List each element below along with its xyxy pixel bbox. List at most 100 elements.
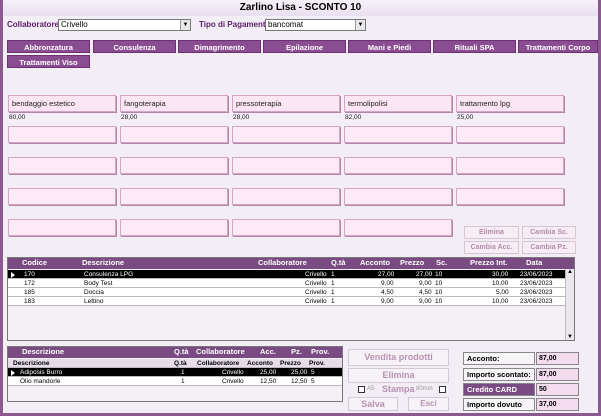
service-slot-empty[interactable]: [456, 157, 564, 174]
importo-dovuto-value: 37,00: [536, 398, 579, 411]
table-header: Descrizione Q.tà Collaboratore Acc. Pz. …: [8, 347, 342, 358]
cell-qta: 1: [331, 298, 335, 305]
service-slot-empty[interactable]: [8, 126, 116, 143]
collaboratore-select[interactable]: Crivello ▼: [58, 19, 191, 31]
service-slot-empty[interactable]: [120, 126, 228, 143]
service-slot-empty[interactable]: [232, 157, 340, 174]
cell-qta: 1: [331, 280, 335, 287]
main-window: Zarlino Lisa - SCONTO 10 Collaboratore C…: [0, 0, 601, 416]
scroll-up-icon[interactable]: ▲: [567, 269, 573, 275]
cambia-prezzo-button[interactable]: Cambia Pz.: [522, 241, 576, 254]
service-slot-empty[interactable]: [120, 157, 228, 174]
cell-acconto: 12,50: [260, 378, 277, 385]
header-qta: Q.tà: [174, 347, 189, 356]
table-row[interactable]: 183 Lettino Crivello 1 9,00 9,00 10 10,0…: [8, 297, 567, 306]
service-button[interactable]: bendaggio estetico: [8, 95, 116, 112]
service-slot-empty[interactable]: [232, 219, 340, 236]
chevron-down-icon[interactable]: ▼: [355, 20, 365, 30]
tab-rituali-spa[interactable]: Rituali SPA: [433, 40, 516, 53]
80mm-checkbox[interactable]: [439, 386, 446, 393]
cell-collaboratore: Crivello: [305, 271, 327, 278]
cell-acconto: 27,00: [378, 271, 395, 278]
pagamento-select[interactable]: bancomat ▼: [265, 19, 366, 31]
cell-prov: 5: [311, 369, 315, 376]
table-row[interactable]: Adiposis Burro 1 Crivello 25,00 25,00 5: [8, 368, 342, 377]
scroll-down-icon[interactable]: ▼: [567, 334, 573, 340]
credito-card-label: Credito CARD: [463, 383, 535, 396]
header-codice: Codice: [22, 258, 48, 267]
esci-button[interactable]: Esci: [408, 397, 449, 411]
cell-sconto: 10: [435, 280, 443, 287]
subheader-acconto: Acconto: [247, 360, 273, 367]
table-row[interactable]: Crivello 1 27,00 27,00 10 30,00 23/06/20…: [242, 270, 567, 279]
elimina-prodotto-button[interactable]: Elimina: [348, 368, 449, 383]
cell-collaboratore: Crivello: [222, 378, 244, 385]
service-price: 28,00: [121, 114, 138, 121]
cambia-acconto-button[interactable]: Cambia Acc.: [464, 241, 519, 254]
service-button[interactable]: termolipolisi: [344, 95, 452, 112]
elimina-row-button[interactable]: Elimina: [464, 226, 519, 239]
service-slot-empty[interactable]: [456, 188, 564, 205]
service-slot-empty[interactable]: [8, 157, 116, 174]
service-button[interactable]: fangoterapia: [120, 95, 228, 112]
service-button[interactable]: pressoterapia: [232, 95, 340, 112]
service-slot-empty[interactable]: [120, 219, 228, 236]
cell-acconto: 9,00: [381, 298, 394, 305]
table-row[interactable]: Olio mandorle 1 Crivello 12,50 12,50 5: [8, 377, 342, 386]
services-table: Codice Descrizione Collaboratore Q.tà Ac…: [7, 257, 575, 341]
service-price: 82,00: [345, 114, 362, 121]
row-pointer-icon: [11, 370, 15, 376]
tab-epilazione[interactable]: Epilazione: [263, 40, 346, 53]
tab-consulenza[interactable]: Consulenza: [93, 40, 176, 53]
header-descrizione: Descrizione: [22, 347, 65, 356]
pagamento-label: Tipo di Pagamento: [199, 20, 271, 29]
stampa-button[interactable]: Stampa: [382, 384, 415, 394]
cell-collaboratore: Crivello: [305, 280, 327, 287]
acconto-label: Acconto:: [463, 352, 535, 365]
service-slot-empty[interactable]: [344, 188, 452, 205]
tab-abbronzatura[interactable]: Abbronzatura: [7, 40, 90, 53]
cell-prezzo-int: 5,00: [496, 289, 509, 296]
table-row[interactable]: 172 Body Test Crivello 1 9,00 9,00 10 10…: [8, 279, 567, 288]
vendita-prodotti-button[interactable]: Vendita prodotti: [348, 349, 449, 366]
vertical-scrollbar[interactable]: ▲ ▼: [565, 269, 574, 340]
table-row[interactable]: 185 Doccia Crivello 1 4,50 4,50 10 5,00 …: [8, 288, 567, 297]
header-collaboratore: Collaboratore: [196, 347, 245, 356]
header-prov: Prov.: [311, 347, 330, 356]
service-slot-empty[interactable]: [232, 126, 340, 143]
service-slot-empty[interactable]: [344, 157, 452, 174]
service-slot-empty[interactable]: [456, 126, 564, 143]
tab-trattamenti-corpo[interactable]: Trattamenti Corpo: [518, 40, 598, 53]
tab-mani-e-piedi[interactable]: Mani e Piedi: [348, 40, 431, 53]
header-sconto: Sc.: [436, 258, 448, 267]
subheader-prezzo: Prezzo: [280, 360, 301, 367]
cell-codice: 170: [24, 271, 35, 278]
tab-dimagrimento[interactable]: Dimagrimento: [178, 40, 261, 53]
cell-qta: 1: [181, 378, 185, 385]
cell-prezzo-int: 10,00: [492, 280, 509, 287]
service-slot-empty[interactable]: [232, 188, 340, 205]
cell-prezzo: 9,00: [419, 280, 432, 287]
cell-collaboratore: Crivello: [222, 369, 244, 376]
service-slot-empty[interactable]: [120, 188, 228, 205]
tab-trattamenti-viso[interactable]: Trattamenti Viso: [7, 55, 90, 68]
cambia-sconto-button[interactable]: Cambia Sc.: [522, 226, 576, 239]
chevron-down-icon[interactable]: ▼: [180, 20, 190, 30]
service-slot-empty[interactable]: [344, 126, 452, 143]
service-slot-empty[interactable]: [8, 219, 116, 236]
service-slot-empty[interactable]: [344, 219, 452, 236]
header-qta: Q.tà: [331, 258, 346, 267]
table-row-selected-part[interactable]: 170 Consulenza LPG: [8, 270, 242, 279]
service-slot-empty[interactable]: [8, 188, 116, 205]
a5-checkbox[interactable]: [358, 386, 365, 393]
subheader-descrizione: Descrizione: [13, 360, 50, 367]
salva-button[interactable]: Salva: [348, 397, 398, 411]
service-button[interactable]: trattamento lpg: [456, 95, 564, 112]
subheader-qta: Q.tà: [174, 360, 187, 367]
cell-data: 23/06/2023: [520, 298, 553, 305]
cell-descrizione: Olio mandorle: [20, 378, 61, 385]
cell-acconto: 9,00: [381, 280, 394, 287]
cell-qta: 1: [181, 369, 185, 376]
cell-prezzo-int: 30,00: [492, 271, 509, 278]
service-price: 25,00: [457, 114, 474, 121]
